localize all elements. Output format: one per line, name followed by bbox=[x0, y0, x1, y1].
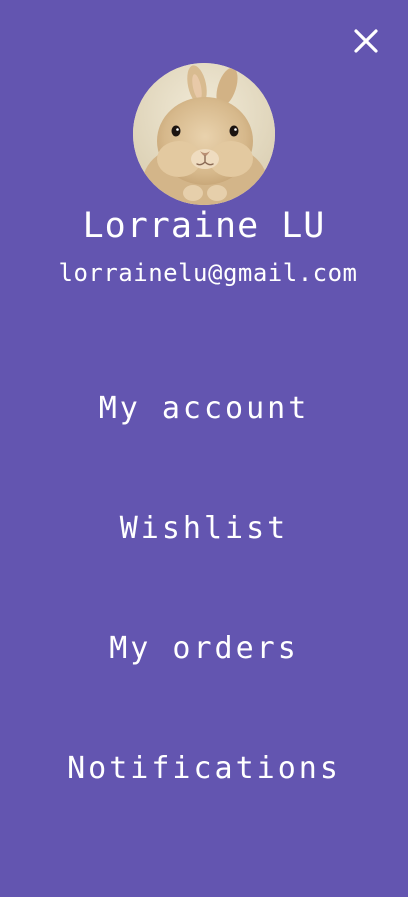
side-drawer: Lorraine LU lorrainelu@gmail.com My acco… bbox=[0, 0, 408, 897]
menu-item-my-account[interactable]: My account bbox=[0, 389, 408, 429]
profile-name: Lorraine LU bbox=[82, 206, 326, 246]
menu-item-my-orders[interactable]: My orders bbox=[0, 629, 408, 669]
menu-item-notifications[interactable]: Notifications bbox=[0, 749, 408, 789]
close-button[interactable] bbox=[352, 27, 380, 55]
profile-email: lorrainelu@gmail.com bbox=[58, 259, 358, 287]
rabbit-photo bbox=[133, 63, 275, 205]
close-icon bbox=[354, 29, 378, 53]
avatar bbox=[133, 63, 275, 205]
menu-item-wishlist[interactable]: Wishlist bbox=[0, 509, 408, 549]
